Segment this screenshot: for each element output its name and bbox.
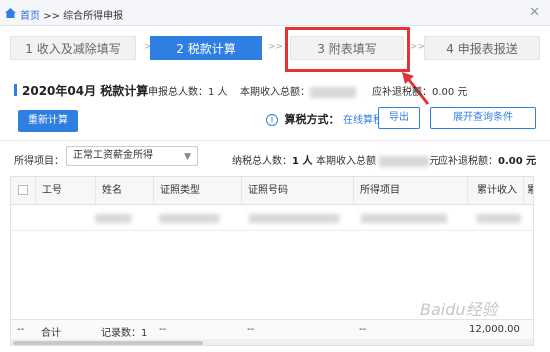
declare-count: 申报总人数：1 人: [148, 87, 228, 98]
horizontal-scrollbar[interactable]: [11, 339, 533, 345]
step-tax-calculation[interactable]: 2 税款计算: [150, 36, 262, 60]
footer-total-label: 合计: [41, 328, 61, 339]
watermark: Baidu经验: [420, 300, 498, 319]
footer-record-count: 记录数：1: [101, 328, 148, 339]
income-item-label: 所得项目：: [14, 156, 64, 167]
scrollbar-thumb[interactable]: [13, 341, 203, 345]
breadcrumb-separator: >>: [43, 11, 60, 22]
section-accent-bar: [14, 84, 17, 96]
redacted-value: [379, 155, 430, 167]
export-button[interactable]: 导出: [378, 107, 420, 129]
summary-period: 2020年04月 税款计算: [22, 84, 149, 98]
calc-method-link[interactable]: 在线算税: [343, 115, 383, 126]
info-icon: i: [266, 114, 278, 126]
step-arrow-icon: >>: [410, 42, 426, 52]
home-icon[interactable]: [5, 8, 16, 18]
column-header[interactable]: 证照类型: [153, 177, 241, 205]
column-header[interactable]: 累: [523, 177, 533, 205]
redacted-value: [249, 214, 339, 223]
table-footer: -- 合计 记录数：1 -- -- -- 12,000.00: [11, 319, 533, 339]
column-header[interactable]: 工号: [35, 177, 95, 205]
close-icon[interactable]: ✕: [529, 5, 540, 20]
column-header[interactable]: 姓名: [95, 177, 153, 205]
redacted-value: [361, 214, 447, 223]
step-arrow-icon: >>: [268, 42, 284, 52]
step-income-deduction[interactable]: 1 收入及减除填写: [10, 36, 136, 60]
footer-dash: --: [159, 324, 167, 335]
redacted-value: [95, 214, 131, 223]
filter-income-total: 本期收入总额 元: [316, 155, 440, 167]
column-header[interactable]: 证照号码: [241, 177, 353, 205]
calc-method: i 算税方式： 在线算税: [266, 111, 383, 127]
chevron-down-icon: ▼: [184, 152, 191, 162]
breadcrumb-current: 综合所得申报: [63, 11, 124, 22]
table-row[interactable]: [11, 205, 533, 231]
filter-refund: 应补退税额：0.00 元: [438, 156, 537, 167]
section-title: 税款计算: [100, 84, 149, 98]
table-header: 工号 姓名 证照类型 证照号码 所得项目 累计收入 累: [11, 177, 533, 205]
redacted-value: [159, 214, 219, 223]
footer-dash: --: [17, 324, 25, 335]
step-wizard: 1 收入及减除填写 >> 2 税款计算 >> 3 附表填写 >> 4 申报表报送: [0, 36, 550, 62]
income-total: 本期收入总额：: [240, 83, 356, 98]
income-item-select[interactable]: 正常工资薪金所得 ▼: [66, 146, 198, 166]
step-submit-declaration[interactable]: 4 申报表报送: [424, 36, 540, 60]
data-table: 工号 姓名 证照类型 证照号码 所得项目 累计收入 累 -- 合计 记录数：1 …: [10, 176, 534, 346]
expand-query-button[interactable]: 展开查询条件: [430, 107, 536, 129]
footer-dash: --: [359, 324, 367, 335]
redacted-value: [310, 86, 356, 98]
footer-dash: --: [247, 324, 255, 335]
filter-row: 所得项目： 正常工资薪金所得 ▼ 纳税总人数：1 人 本期收入总额 元 应补退税…: [0, 146, 550, 168]
divider: [0, 140, 550, 141]
title-bar: 首页 >> 综合所得申报 ✕: [0, 0, 550, 26]
taxpayer-count: 纳税总人数：1 人: [232, 156, 313, 167]
footer-total-income: 12,000.00: [469, 324, 520, 335]
highlight-box: [285, 27, 410, 72]
recalculate-button[interactable]: 重新计算: [18, 110, 78, 132]
column-header[interactable]: 累计收入: [467, 177, 523, 205]
select-all-checkbox[interactable]: [18, 185, 28, 195]
breadcrumb: 首页 >> 综合所得申报: [20, 7, 123, 22]
column-header[interactable]: 所得项目: [353, 177, 467, 205]
refund-amount: 应补退税额：0.00 元: [372, 87, 468, 98]
breadcrumb-home-link[interactable]: 首页: [20, 11, 40, 22]
redacted-value: [477, 214, 521, 223]
